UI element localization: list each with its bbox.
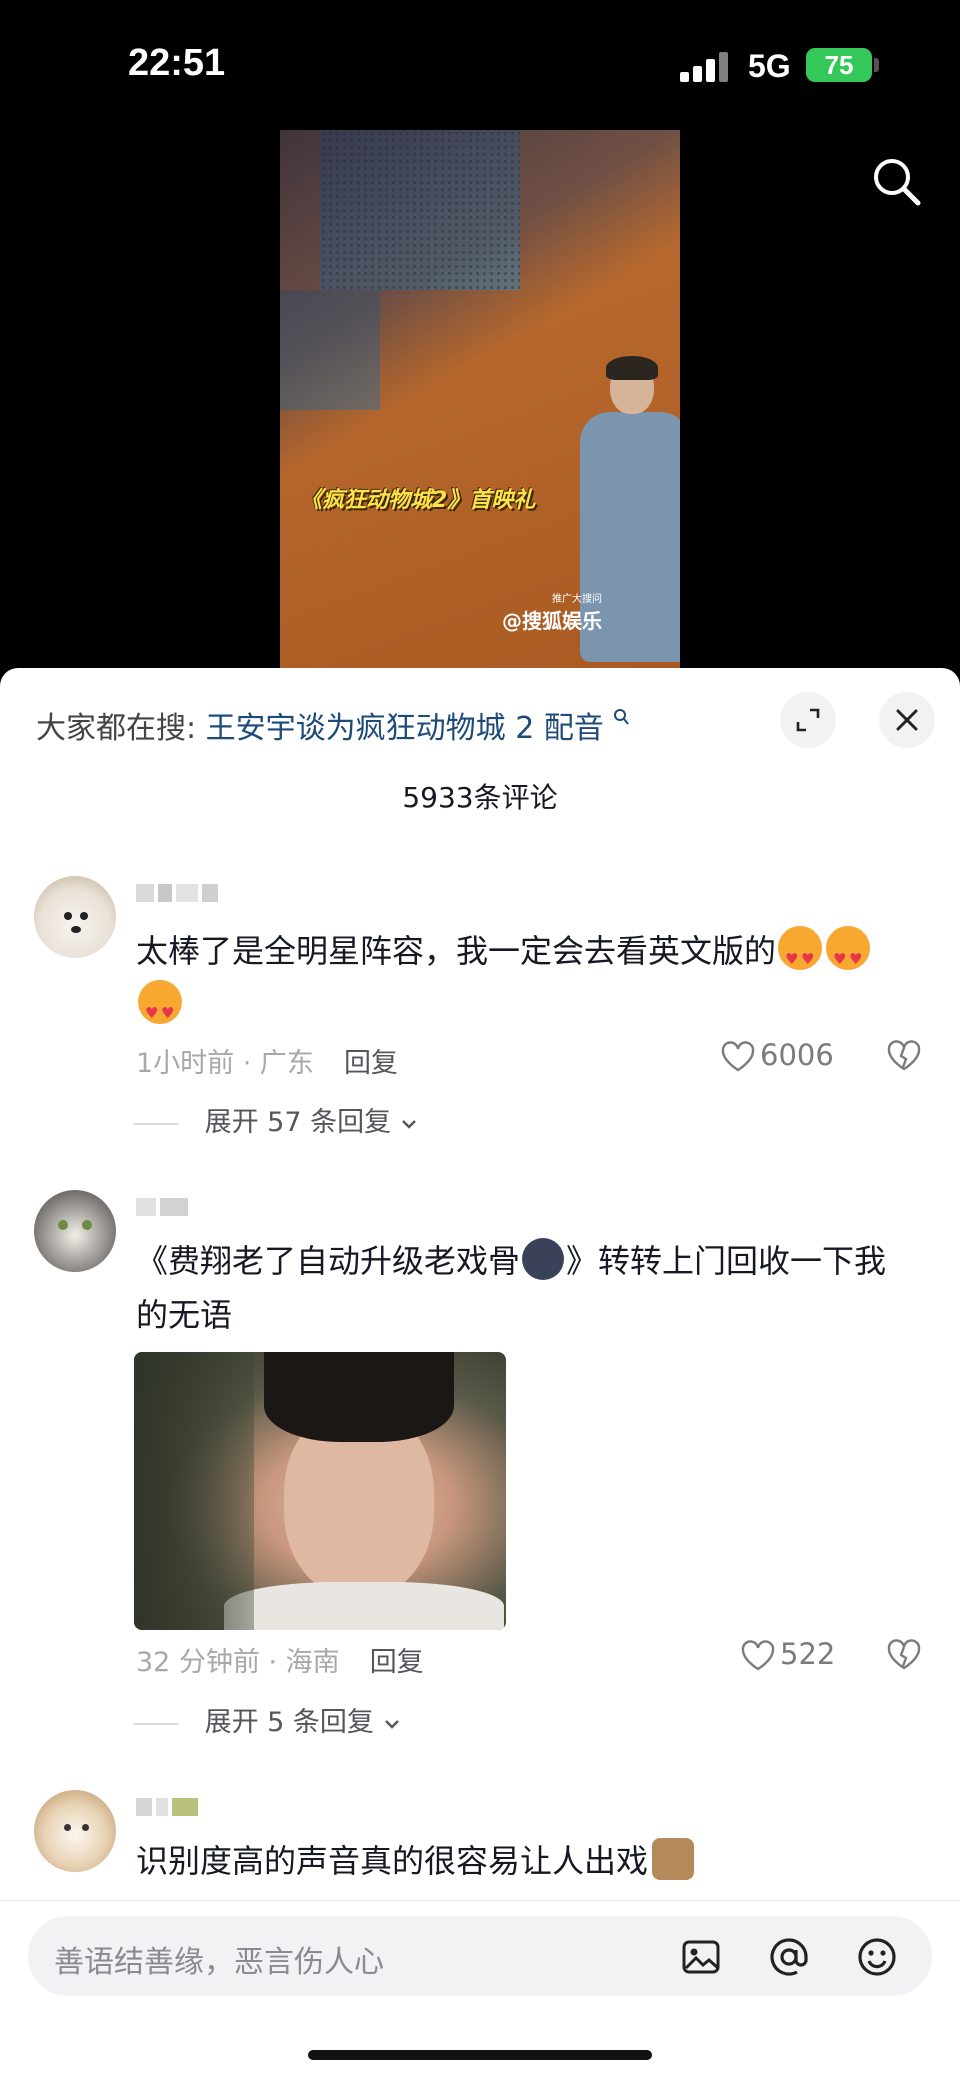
video-caption: 《疯狂动物城2》首映礼: [300, 488, 536, 513]
username-blurred[interactable]: [136, 1196, 192, 1222]
emoji-icon[interactable]: [856, 1936, 898, 1978]
comment-time-location: 32 分钟前 · 海南: [136, 1647, 340, 1678]
comment-text: 识别度高的声音真的很容易让人出戏: [136, 1834, 916, 1888]
heart-icon: [721, 1041, 755, 1072]
image-icon[interactable]: [680, 1936, 722, 1978]
heart-eyes-emoji: [138, 980, 182, 1040]
status-time: 22:51: [128, 42, 226, 84]
username-blurred[interactable]: [136, 1796, 202, 1822]
hot-search[interactable]: 大家都在搜: 王安宇谈为疯狂动物城 2 配音: [36, 703, 631, 747]
comment-text: 《费翔老了自动升级老戏骨 》转转上门回收一下我的无语: [136, 1234, 916, 1342]
video-watermark-text: @搜狐娱乐: [502, 609, 602, 633]
status-bar: 22:51 5G 75: [0, 0, 960, 130]
battery-icon: 75: [806, 48, 872, 82]
comment-input-placeholder: 善语结善缘，恶言伤人心: [54, 1945, 384, 1980]
video-watermark: 推广大搜问 @搜狐娱乐: [502, 590, 602, 634]
chevron-down-icon: [401, 1120, 416, 1129]
avatar[interactable]: [34, 1790, 116, 1872]
signal-icon: [680, 52, 730, 82]
like-count: 6006: [760, 1038, 834, 1072]
comment-text: 太棒了是全明星阵容，我一定会去看英文版的: [136, 924, 916, 1040]
comment-time-location: 1小时前 · 广东: [136, 1048, 314, 1079]
comment-count: 5933条评论: [402, 781, 558, 814]
avatar[interactable]: [34, 1190, 116, 1272]
search-icon: [614, 709, 630, 725]
expand-replies-button[interactable]: 展开 57 条回复: [196, 1100, 418, 1139]
expand-replies-label: 展开 57 条回复: [204, 1107, 392, 1138]
like-button[interactable]: 6006: [720, 1038, 834, 1073]
comment-image[interactable]: [134, 1352, 506, 1630]
reply-button[interactable]: 回复: [344, 1048, 398, 1079]
comment-input[interactable]: 善语结善缘，恶言伤人心: [28, 1916, 932, 1996]
battery-level: 75: [824, 50, 854, 80]
comment-meta: 32 分钟前 · 海南 回复: [136, 1640, 424, 1679]
comment-meta: 1小时前 · 广东 回复: [136, 1041, 398, 1080]
heart-eyes-emoji: [778, 926, 823, 986]
hot-search-keyword[interactable]: 王安宇谈为疯狂动物城 2 配音: [206, 711, 604, 746]
username-blurred[interactable]: [136, 882, 222, 908]
heart-icon: [741, 1640, 775, 1671]
chevron-down-icon: [384, 1720, 399, 1729]
input-divider: [0, 1900, 960, 1901]
reply-button[interactable]: 回复: [370, 1647, 424, 1678]
moon-emoji: [522, 1238, 565, 1280]
expand-replies-button[interactable]: 展开 5 条回复: [196, 1700, 401, 1739]
avatar[interactable]: [34, 876, 116, 958]
video-player[interactable]: 《疯狂动物城2》首映礼 推广大搜问 @搜狐娱乐: [280, 130, 680, 670]
close-icon[interactable]: [879, 692, 935, 748]
search-icon[interactable]: [870, 155, 924, 209]
home-indicator[interactable]: [308, 2050, 652, 2060]
heart-eyes-emoji: [826, 926, 871, 986]
like-count: 522: [780, 1637, 836, 1671]
dog-emoji: [652, 1838, 695, 1880]
fullscreen-icon[interactable]: [780, 692, 836, 748]
network-type: 5G: [748, 48, 791, 84]
dislike-icon[interactable]: [886, 1040, 922, 1076]
video-watermark-small: 推广大搜问: [552, 594, 602, 605]
like-button[interactable]: 522: [740, 1637, 835, 1672]
battery-nub: [874, 58, 879, 72]
dislike-icon[interactable]: [886, 1639, 922, 1675]
at-icon[interactable]: [768, 1936, 810, 1978]
expand-replies-label: 展开 5 条回复: [204, 1707, 374, 1738]
hot-search-label: 大家都在搜:: [36, 711, 197, 746]
